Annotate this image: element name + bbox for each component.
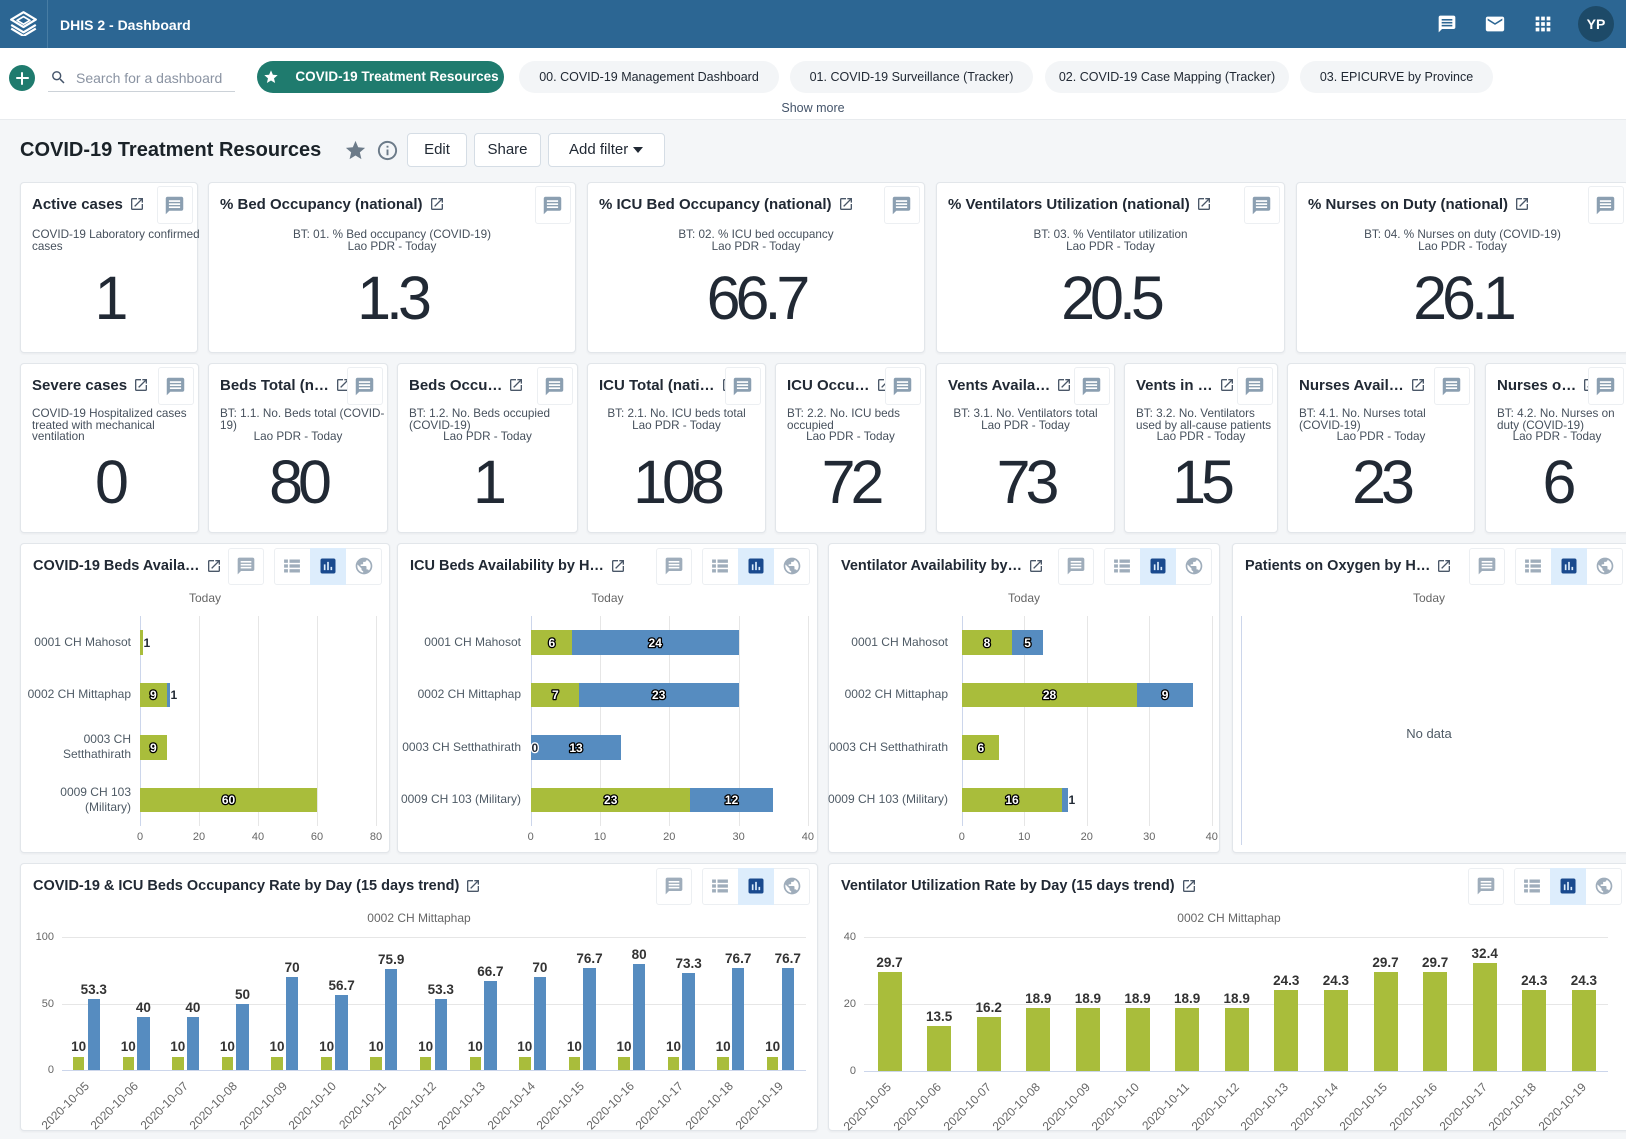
svg-text:8: 8 <box>983 636 990 650</box>
svg-text:23: 23 <box>604 793 618 807</box>
svg-text:5: 5 <box>1024 636 1031 650</box>
svg-text:16: 16 <box>1005 793 1019 807</box>
svg-text:6: 6 <box>548 636 555 650</box>
svg-text:24: 24 <box>649 636 663 650</box>
svg-text:12: 12 <box>725 793 739 807</box>
svg-text:6: 6 <box>977 741 984 755</box>
svg-text:1: 1 <box>1069 793 1076 807</box>
svg-text:13: 13 <box>569 741 583 755</box>
svg-text:7: 7 <box>552 688 559 702</box>
svg-text:9: 9 <box>150 688 157 702</box>
svg-text:28: 28 <box>1043 688 1057 702</box>
svg-text:23: 23 <box>652 688 666 702</box>
svg-text:1: 1 <box>170 688 177 702</box>
svg-text:9: 9 <box>1162 688 1169 702</box>
svg-text:60: 60 <box>222 793 236 807</box>
svg-text:1: 1 <box>143 636 150 650</box>
svg-text:9: 9 <box>150 741 157 755</box>
